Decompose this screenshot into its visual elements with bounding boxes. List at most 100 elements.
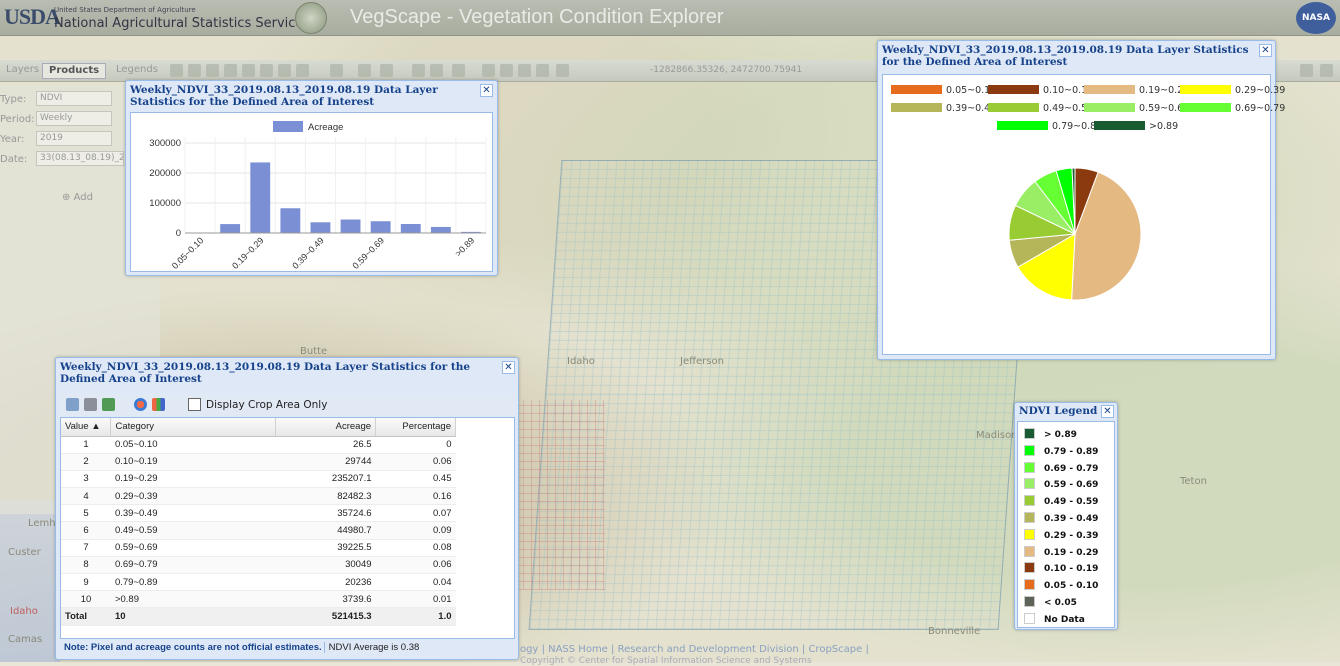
cell-acreage: 26.5 [276,436,376,453]
tab-layers[interactable]: Layers [0,63,45,79]
bar-chart-icon[interactable] [152,398,165,411]
close-icon[interactable]: ✕ [1101,405,1114,418]
refresh-icon[interactable] [296,64,309,77]
chart-icon[interactable] [536,64,549,77]
ndvi-legend-window[interactable]: NDVI Legend ✕ > 0.890.79 - 0.890.69 - 0.… [1014,402,1118,630]
pie-chart-window[interactable]: Weekly_NDVI_33_2019.08.13_2019.08.19 Dat… [877,40,1276,360]
disclaimer-note: Note: Pixel and acreage counts are not o… [64,642,322,653]
zoom-box-icon[interactable] [206,64,219,77]
app-header: USDA United States Department of Agricul… [0,0,1340,36]
draw-rectangle-icon[interactable] [412,64,425,77]
measure-icon[interactable] [452,64,465,77]
bar-chart: Acreage01000002000003000000.05~0.100.19~… [131,113,494,273]
statistics-table-window[interactable]: Weekly_NDVI_33_2019.08.13_2019.08.19 Dat… [55,357,519,660]
pie-chart-icon[interactable] [134,398,147,411]
cell-percentage: 0.08 [376,539,456,556]
table-row[interactable]: 80.69~0.79300490.06 [61,556,456,573]
zoom-in-icon[interactable] [170,64,183,77]
total-percentage: 1.0 [376,608,456,625]
close-icon[interactable]: ✕ [1259,44,1272,57]
legend-label: 0.19 - 0.29 [1044,548,1098,558]
bar [311,222,331,233]
legend-swatch [1024,529,1035,540]
table-toolbar: Display Crop Area Only [60,394,515,416]
legend-swatch [1024,562,1035,573]
pie-chart-body: 0.05~0.100.10~0.190.19~0.290.29~0.390.39… [882,74,1271,355]
upload-icon[interactable] [482,64,495,77]
layers-icon[interactable] [1300,64,1313,77]
date-select[interactable]: 33(08.13_08.19)_2019 [36,151,124,166]
usda-logo[interactable]: USDA [4,4,60,30]
year-select[interactable]: 2019 [36,131,112,146]
cell-percentage: 0.04 [376,574,456,591]
table-row[interactable]: 50.39~0.4935724.60.07 [61,505,456,522]
map-label-custer: Custer [8,547,41,558]
cell-value: 8 [61,556,111,573]
table-row[interactable]: 40.29~0.3982482.30.16 [61,488,456,505]
year-label: Year: [0,134,24,145]
column-header-acreage[interactable]: Acreage [276,418,376,436]
table-row[interactable]: 10>0.893739.60.01 [61,591,456,608]
table-row[interactable]: 30.19~0.29235207.10.45 [61,470,456,487]
add-button[interactable]: ⊕ Add [62,192,93,203]
table-window-title: Weekly_NDVI_33_2019.08.13_2019.08.19 Dat… [56,358,518,387]
cell-value: 6 [61,522,111,539]
table-row[interactable]: 70.59~0.6939225.50.08 [61,539,456,556]
cell-acreage: 235207.1 [276,470,376,487]
table-total-row: Total 10 521415.3 1.0 [61,608,456,625]
legend-swatch [1024,478,1035,489]
legend-label: 0.05 - 0.10 [1044,581,1098,591]
table-rows: 10.05~0.1026.5020.10~0.19297440.0630.19~… [61,436,456,608]
x-tick-label: 0.05~0.10 [170,235,206,271]
table-row[interactable]: 60.49~0.5944980.70.09 [61,522,456,539]
column-header-percentage[interactable]: Percentage [376,418,456,436]
close-icon[interactable]: ✕ [502,361,515,374]
type-select[interactable]: NDVI [36,91,112,106]
x-tick-label: 0.19~0.29 [230,235,266,271]
compare-icon[interactable] [556,64,569,77]
identify-icon[interactable] [330,64,343,77]
previous-view-icon[interactable] [260,64,273,77]
legend-swatch [1024,512,1035,523]
footer-links[interactable]: ogy | NASS Home | Research and Developme… [520,644,869,655]
draw-aoi-icon[interactable] [358,64,371,77]
coordinate-readout: -1282866.35326, 2472700.75941 [650,65,802,75]
nasa-logo[interactable]: NASA [1296,2,1336,34]
bar [250,162,270,233]
statistics-icon[interactable] [518,64,531,77]
table-row[interactable]: 90.79~0.89202360.04 [61,574,456,591]
legend-swatch [1024,445,1035,456]
column-header-category[interactable]: Category [111,418,276,436]
tab-products[interactable]: Products [42,63,106,79]
map-label-butte: Butte [300,346,327,357]
legend-item: 0.10 - 0.19 [1024,562,1098,578]
next-view-icon[interactable] [278,64,291,77]
close-icon[interactable]: ✕ [480,84,493,97]
select-region-icon[interactable] [380,64,393,77]
cell-value: 5 [61,505,111,522]
legend-label: 0.49 - 0.59 [1044,497,1098,507]
period-select[interactable]: Weekly [36,111,112,126]
legend-item: 0.49 - 0.59 [1024,495,1098,511]
crop-area-checkbox[interactable] [188,398,201,411]
export-excel-icon[interactable] [102,398,115,411]
table-footer-note: Note: Pixel and acreage counts are not o… [60,640,515,656]
tab-legends[interactable]: Legends [110,63,164,79]
cell-category: 0.05~0.10 [111,436,276,453]
full-extent-icon[interactable] [242,64,255,77]
export-pdf-icon[interactable] [66,398,79,411]
pie-chart-title: Weekly_NDVI_33_2019.08.13_2019.08.19 Dat… [878,41,1275,70]
total-acreage: 521415.3 [276,608,376,625]
table-row[interactable]: 10.05~0.1026.50 [61,436,456,453]
export-icon[interactable] [500,64,513,77]
draw-polygon-icon[interactable] [430,64,443,77]
column-header-value[interactable]: Value ▲ [61,418,111,436]
maximize-icon[interactable] [1320,64,1333,77]
table-row[interactable]: 20.10~0.19297440.06 [61,453,456,470]
map-label-jefferson: Jefferson [680,356,724,367]
zoom-out-icon[interactable] [188,64,201,77]
print-icon[interactable] [84,398,97,411]
pan-icon[interactable] [224,64,237,77]
cell-percentage: 0.07 [376,505,456,522]
bar-chart-window[interactable]: Weekly_NDVI_33_2019.08.13_2019.08.19 Dat… [125,80,498,276]
